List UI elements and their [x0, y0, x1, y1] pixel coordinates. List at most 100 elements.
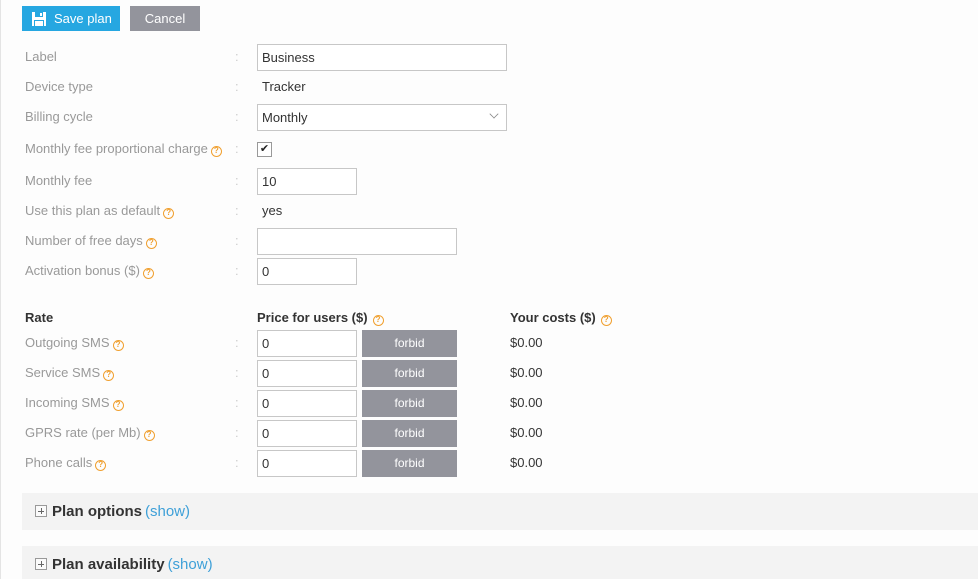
default-plan-label: Use this plan as default — [25, 203, 161, 218]
proportional-charge-label: Monthly fee proportional charge — [25, 141, 208, 156]
floppy-disk-icon — [31, 11, 47, 27]
free-days-label-wrap: Number of free days? — [25, 228, 157, 254]
help-icon[interactable]: ? — [163, 208, 175, 219]
colon: : — [235, 335, 239, 350]
rate-price-input[interactable] — [257, 420, 357, 447]
price-header-wrap: Price for users ($)? — [257, 305, 384, 331]
forbid-button[interactable]: forbid — [362, 330, 457, 357]
rate-label: Incoming SMS — [25, 395, 110, 410]
label-input[interactable] — [257, 44, 507, 71]
forbid-button[interactable]: forbid — [362, 420, 457, 447]
rate-label-wrap: Phone calls? — [25, 450, 107, 476]
plan-options-title: Plan options — [52, 503, 142, 520]
rate-row: Service SMS? : forbid $0.00 — [1, 360, 978, 387]
toolbar: Save plan Cancel — [22, 6, 200, 31]
default-plan-value: yes — [262, 203, 283, 218]
expand-plus-icon[interactable] — [35, 558, 47, 570]
show-link[interactable]: (show) — [168, 556, 213, 573]
costs-header-wrap: Your costs ($)? — [510, 305, 612, 331]
plan-options-section[interactable]: Plan options (show) — [22, 493, 978, 530]
free-days-row: Number of free days? : 14 days — [1, 228, 978, 274]
monthly-fee-label: Monthly fee — [25, 173, 93, 188]
forbid-button[interactable]: forbid — [362, 360, 457, 387]
costs-header: Your costs ($) — [510, 310, 596, 325]
rate-label-wrap: Service SMS? — [25, 360, 115, 386]
colon: : — [235, 203, 239, 218]
expand-plus-icon[interactable] — [35, 505, 47, 517]
help-icon[interactable]: ? — [143, 430, 155, 441]
save-plan-label: Save plan — [54, 11, 112, 26]
rate-label-wrap: Incoming SMS? — [25, 390, 124, 416]
label-field-label: Label — [25, 49, 57, 64]
colon: : — [235, 233, 239, 248]
device-type-label: Device type — [25, 79, 93, 94]
rate-row: Outgoing SMS? : forbid $0.00 — [1, 330, 978, 357]
section-title-wrap: Plan options (show) — [52, 493, 190, 530]
cancel-button[interactable]: Cancel — [130, 6, 200, 31]
help-icon[interactable]: ? — [112, 400, 124, 411]
proportional-charge-label-wrap: Monthly fee proportional charge? — [25, 136, 222, 162]
monthly-fee-input[interactable] — [257, 168, 357, 195]
rate-label-wrap: GPRS rate (per Mb)? — [25, 420, 155, 446]
rate-label-wrap: Outgoing SMS? — [25, 330, 124, 356]
price-header: Price for users ($) — [257, 310, 368, 325]
rates-header: Rate Price for users ($)? Your costs ($)… — [1, 305, 978, 331]
rate-header: Rate — [25, 310, 54, 325]
chevron-down-icon — [489, 109, 499, 119]
rate-label: Phone calls — [25, 455, 93, 470]
plan-availability-title: Plan availability — [52, 556, 165, 573]
rate-row: GPRS rate (per Mb)? : forbid $0.00 — [1, 420, 978, 447]
plan-availability-section[interactable]: Plan availability (show) — [22, 546, 978, 579]
billing-cycle-value: Monthly — [262, 110, 308, 125]
free-days-input[interactable]: 14 days — [257, 228, 457, 274]
help-icon[interactable]: ? — [103, 370, 115, 381]
colon: : — [235, 263, 239, 278]
show-link[interactable]: (show) — [145, 503, 190, 520]
help-icon[interactable]: ? — [95, 460, 107, 471]
colon: : — [235, 49, 239, 64]
section-title-wrap: Plan availability (show) — [52, 546, 213, 579]
colon: : — [235, 173, 239, 188]
help-icon[interactable]: ? — [142, 268, 154, 279]
rate-cost: $0.00 — [510, 395, 543, 410]
rate-cost: $0.00 — [510, 425, 543, 440]
device-type-value: Tracker — [262, 79, 306, 94]
rate-label: GPRS rate (per Mb) — [25, 425, 141, 440]
forbid-button[interactable]: forbid — [362, 390, 457, 417]
monthly-fee-row: Monthly fee : — [1, 168, 978, 195]
help-icon[interactable]: ? — [600, 315, 612, 326]
rate-price-input[interactable] — [257, 330, 357, 357]
activation-bonus-label-wrap: Activation bonus ($)? — [25, 258, 154, 284]
rate-cost: $0.00 — [510, 365, 543, 380]
colon: : — [235, 141, 239, 156]
proportional-charge-row: Monthly fee proportional charge? : ✔ — [1, 136, 978, 162]
default-plan-label-wrap: Use this plan as default? — [25, 198, 175, 224]
rate-price-input[interactable] — [257, 390, 357, 417]
rate-label: Outgoing SMS — [25, 335, 110, 350]
billing-cycle-row: Billing cycle : Monthly — [1, 104, 978, 131]
rate-price-input[interactable] — [257, 360, 357, 387]
forbid-button[interactable]: forbid — [362, 450, 457, 477]
activation-bonus-input[interactable] — [257, 258, 357, 285]
rate-row: Phone calls? : forbid $0.00 — [1, 450, 978, 477]
save-plan-button[interactable]: Save plan — [22, 6, 120, 31]
help-icon[interactable]: ? — [372, 315, 384, 326]
help-icon[interactable]: ? — [210, 146, 222, 157]
device-type-row: Device type : Tracker — [1, 74, 978, 100]
proportional-charge-checkbox[interactable]: ✔ — [257, 142, 272, 157]
rate-price-input[interactable] — [257, 450, 357, 477]
help-icon[interactable]: ? — [145, 238, 157, 249]
activation-bonus-label: Activation bonus ($) — [25, 263, 140, 278]
colon: : — [235, 395, 239, 410]
colon: : — [235, 455, 239, 470]
rate-label: Service SMS — [25, 365, 101, 380]
billing-cycle-select[interactable]: Monthly — [257, 104, 507, 131]
label-row: Label : — [1, 44, 978, 71]
rate-row: Incoming SMS? : forbid $0.00 — [1, 390, 978, 417]
help-icon[interactable]: ? — [112, 340, 124, 351]
rate-cost: $0.00 — [510, 335, 543, 350]
rate-cost: $0.00 — [510, 455, 543, 470]
billing-cycle-label: Billing cycle — [25, 109, 93, 124]
free-days-label: Number of free days — [25, 233, 143, 248]
colon: : — [235, 365, 239, 380]
